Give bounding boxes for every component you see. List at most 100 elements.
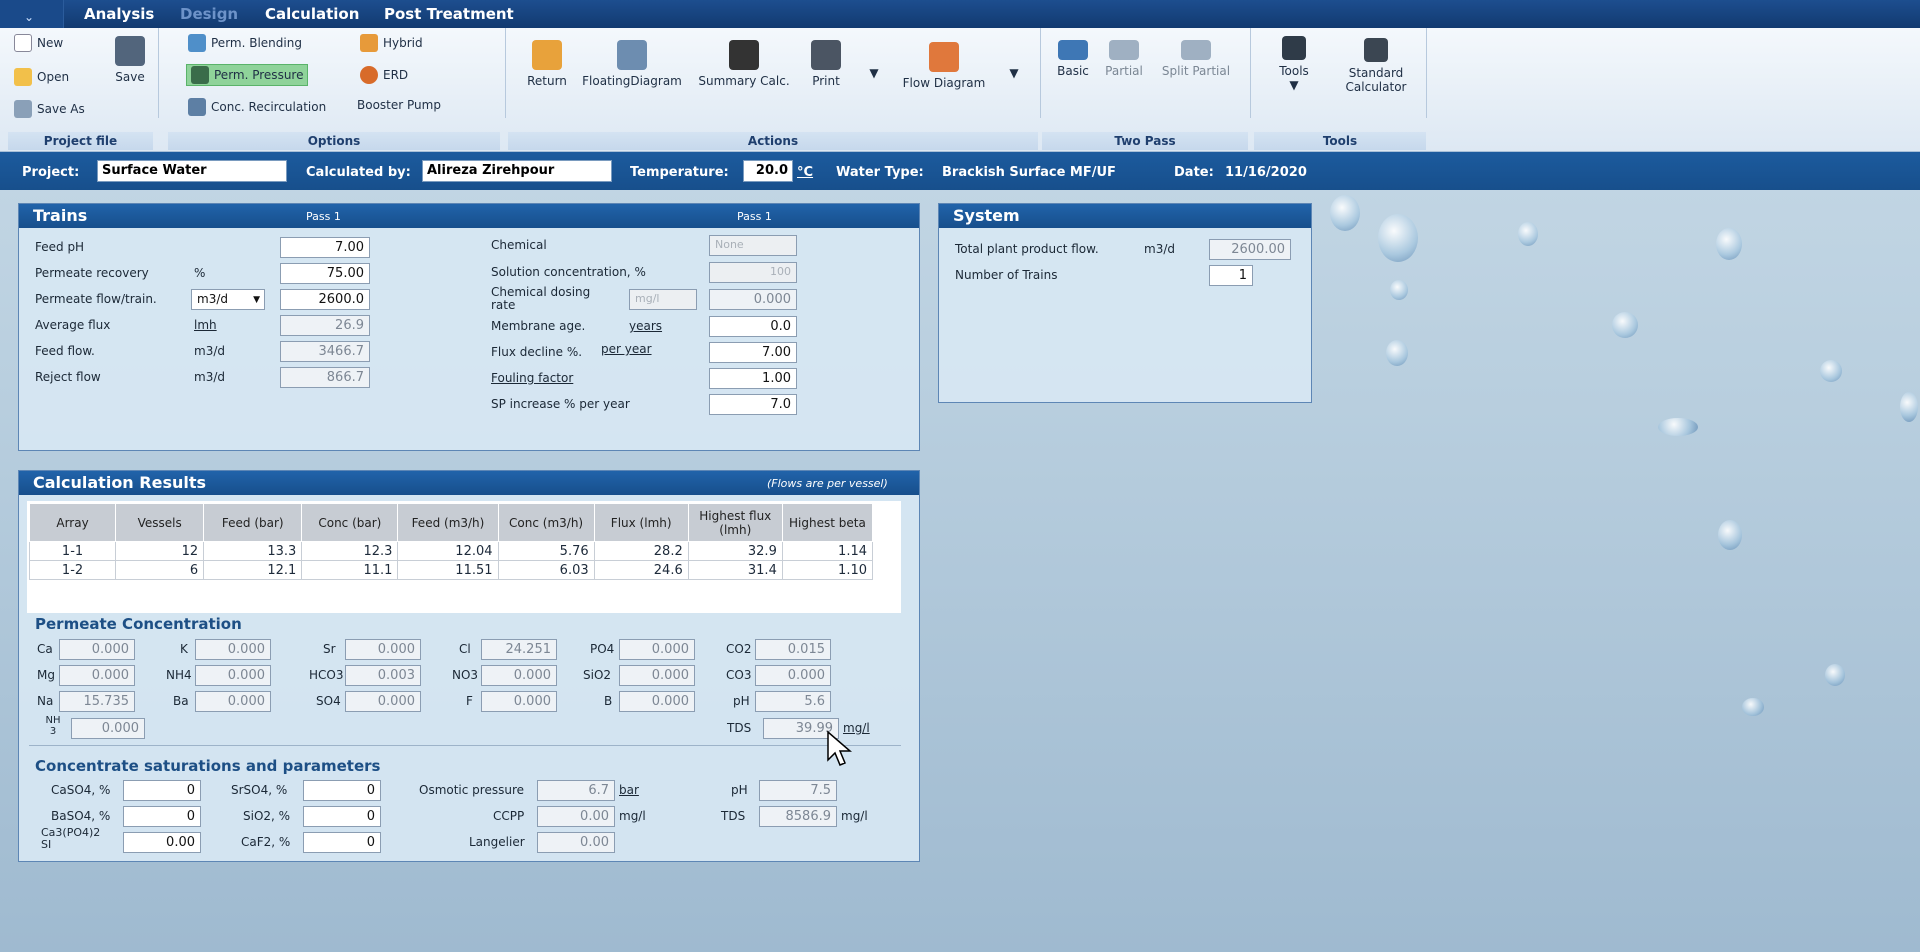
water-drop [1742,698,1764,716]
ion-value-f: 0.000 [481,691,557,712]
booster-pump-button[interactable]: Booster Pump [357,98,441,112]
ion-label-ba: Ba [173,694,189,708]
app-menu-button[interactable]: ⌄ [0,0,64,28]
return-button[interactable]: Return [522,40,572,88]
open-button[interactable]: Open [14,68,69,86]
ion-value-mg: 0.000 [59,665,135,686]
menu-analysis[interactable]: Analysis [84,5,154,23]
flows-note: (Flows are per vessel) [767,477,888,490]
menu-design[interactable]: Design [180,5,238,23]
project-name-input[interactable]: Surface Water [97,160,287,182]
sp-increase-label: SP increase % per year [491,397,630,411]
perm-blending-button[interactable]: Perm. Blending [188,34,302,52]
split-partial-button[interactable]: Split Partial [1158,40,1234,78]
ion-label-cl: Cl [459,642,471,656]
ion-label-hco3: HCO3 [309,668,344,682]
dosing-unit-select[interactable]: mg/l [629,289,697,310]
caso4-label: CaSO4, % [51,783,111,797]
conc-ph-value: 7.5 [759,780,837,801]
perm-pressure-button[interactable]: Perm. Pressure [186,64,309,86]
floating-diagram-button[interactable]: FloatingDiagram [580,40,684,88]
ca3po4-label: Ca3(PO4)2 SI [41,826,101,851]
table-cell: 1-1 [28,541,117,561]
bar-unit-link[interactable]: bar [619,783,639,797]
temperature-unit-link[interactable]: °C [797,165,813,180]
table-cell: 32.9 [687,541,783,561]
ribbon: New Open Save As Save Project file Perm.… [0,28,1920,152]
print-button[interactable]: Print [804,40,848,88]
ion-label-co2: CO2 [726,642,752,656]
pass1-label-right: Pass 1 [737,210,772,223]
table-cell: 12.04 [397,541,499,561]
table-cell: 12.3 [301,541,399,561]
sio2-sat-value: 0 [303,806,381,827]
conc-tds-label: TDS [721,809,746,823]
permeate-recovery-input[interactable]: 75.00 [280,263,370,284]
group-label-two-pass: Two Pass [1042,132,1248,150]
chemical-select[interactable]: None [709,235,797,256]
fouling-factor-input[interactable]: 1.00 [709,368,797,389]
pressure-gauge-icon [191,66,209,84]
tools-button[interactable]: Tools ▼ [1268,36,1320,92]
table-cell: 11.51 [397,560,499,580]
caso4-value: 0 [123,780,201,801]
divider [158,28,159,118]
calculated-by-input[interactable]: Alireza Zirehpour [422,160,612,182]
lmh-unit-link[interactable]: lmh [194,318,217,332]
solution-concentration-stepper[interactable]: 100 [709,262,797,283]
average-flux-label: Average flux [35,318,111,332]
sp-increase-input[interactable]: 7.0 [709,394,797,415]
ion-label-nh4: NH4 [166,668,192,682]
permeate-flow-unit-select[interactable]: m3/d ▼ [191,289,265,310]
fouling-factor-link[interactable]: Fouling factor [491,371,573,385]
ion-label-b: B [604,694,613,708]
caf2-value: 0 [303,832,381,853]
new-button[interactable]: New [14,34,63,52]
hybrid-button[interactable]: Hybrid [360,34,423,52]
solution-concentration-label: Solution concentration, % [491,265,646,279]
save-as-button[interactable]: Save As [14,100,85,118]
basic-button[interactable]: Basic [1052,40,1094,78]
feed-ph-input[interactable]: 7.00 [280,237,370,258]
table-cell: 1-2 [28,560,117,580]
water-type-value: Brackish Surface MF/UF [942,165,1116,180]
save-button[interactable]: Save [112,36,148,84]
number-of-trains-input[interactable]: 1 [1209,265,1253,286]
project-label: Project: [22,165,80,180]
temperature-input[interactable]: 20.0 [743,160,793,182]
group-label-tools: Tools [1254,132,1426,150]
total-flow-value: 2600.00 [1209,239,1291,260]
nh3-label: NH 3 [45,715,61,737]
table-cell: 12 [115,541,205,561]
partial-button[interactable]: Partial [1102,40,1146,78]
flow-diagram-button[interactable]: Flow Diagram [896,42,992,90]
table-cell: 5.76 [497,541,595,561]
langelier-value: 0.00 [537,832,615,853]
water-drop [1378,214,1418,262]
conc-recirculation-button[interactable]: Conc. Recirculation [188,98,326,116]
ion-label-ph: pH [733,694,750,708]
flow-diagram-icon [929,42,959,72]
summary-calc-button[interactable]: Summary Calc. [694,40,794,88]
per-year-link[interactable]: per year [601,342,652,356]
flux-decline-input[interactable]: 7.00 [709,342,797,363]
ion-label-co3: CO3 [726,668,752,682]
menu-calculation[interactable]: Calculation [265,5,359,23]
conc-tds-value: 8586.9 [759,806,837,827]
ion-value-na: 15.735 [59,691,135,712]
erd-button[interactable]: ERD [360,66,408,84]
years-unit-link[interactable]: years [629,319,662,333]
table-cell: 13.3 [203,541,303,561]
membrane-age-input[interactable]: 0.0 [709,316,797,337]
flow-dropdown-arrow[interactable]: ▼ [1004,66,1024,80]
dosing-rate-value: 0.000 [709,289,797,310]
permeate-flow-input[interactable]: 2600.0 [280,289,370,310]
standard-calculator-button[interactable]: Standard Calculator [1336,38,1416,94]
print-dropdown-arrow[interactable]: ▼ [864,66,884,80]
total-flow-unit: m3/d [1144,242,1175,256]
water-drop [1386,340,1408,366]
feed-flow-unit: m3/d [194,344,225,358]
ion-value-hco3: 0.003 [345,665,421,686]
permeate-concentration-title: Permeate Concentration [35,615,242,633]
menu-post-treatment[interactable]: Post Treatment [384,5,514,23]
